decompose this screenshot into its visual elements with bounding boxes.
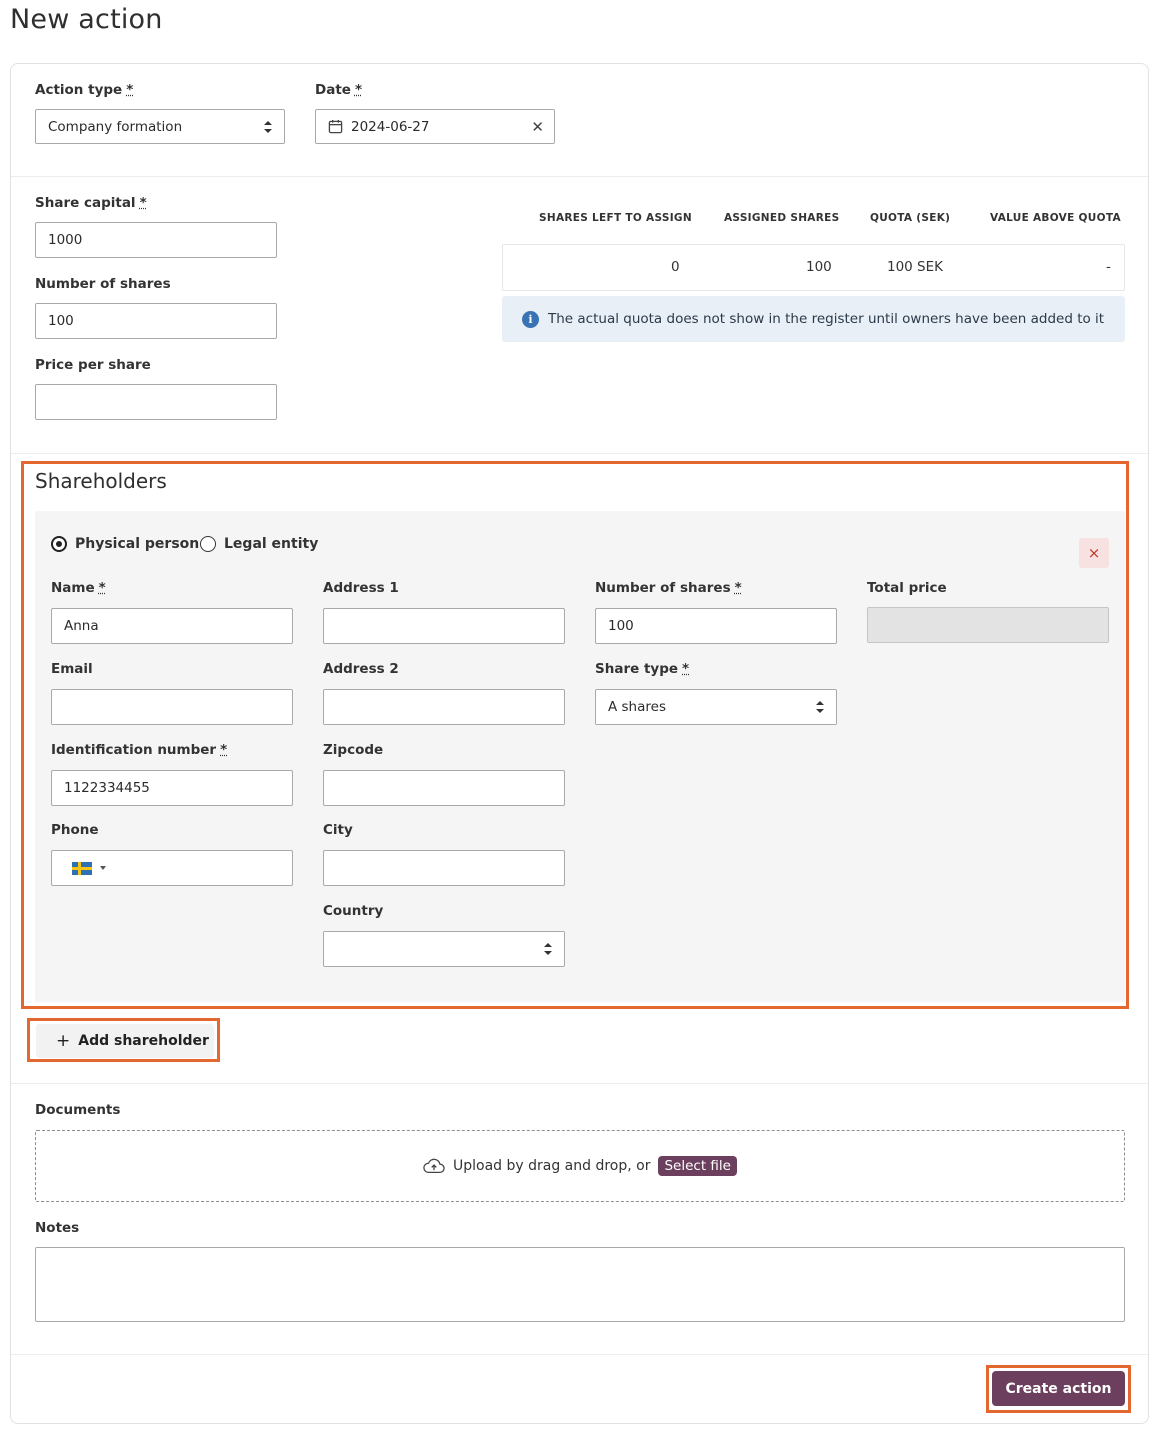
action-type-select[interactable]: Company formation <box>35 109 285 144</box>
action-type-label: Action type * <box>35 82 134 98</box>
action-form-card: Action type * Company formation Date * 202… <box>10 63 1149 1424</box>
select-file-button[interactable]: Select file <box>658 1156 737 1176</box>
assigned-shares-value: 100 <box>806 259 832 275</box>
clear-date-icon[interactable]: ✕ <box>531 118 544 136</box>
page-title: New action <box>10 4 163 35</box>
number-of-shares-input[interactable]: 100 <box>35 303 277 339</box>
quota-info-message: i The actual quota does not show in the … <box>502 296 1125 342</box>
cloud-upload-icon <box>423 1158 445 1174</box>
document-dropzone[interactable]: Upload by drag and drop, or Select file <box>35 1130 1125 1202</box>
number-of-shares-label: Number of shares <box>35 276 171 292</box>
date-label: Date * <box>315 82 362 98</box>
value-above-quota: - <box>1106 259 1111 275</box>
notes-label: Notes <box>35 1220 80 1236</box>
share-capital-input[interactable]: 1000 <box>35 222 277 258</box>
calendar-icon <box>328 119 343 134</box>
column-header-shares-left: SHARES LEFT TO ASSIGN <box>539 212 692 224</box>
shares-left-value: 0 <box>671 259 680 275</box>
documents-label: Documents <box>35 1102 121 1118</box>
info-text: The actual quota does not show in the re… <box>548 311 1105 327</box>
column-header-quota: QUOTA (SEK) <box>870 212 951 224</box>
column-header-value-above-quota: VALUE ABOVE QUOTA <box>990 212 1121 224</box>
table-row: 0 100 100 SEK - <box>502 244 1125 291</box>
date-value: 2024-06-27 <box>351 118 430 135</box>
share-capital-label: Share capital * <box>35 195 147 211</box>
upload-text: Upload by drag and drop, or <box>453 1158 651 1174</box>
column-header-assigned-shares: ASSIGNED SHARES <box>724 212 840 224</box>
section-divider <box>11 1083 1148 1084</box>
price-per-share-label: Price per share <box>35 357 151 373</box>
section-divider <box>11 176 1148 177</box>
quota-value: 100 SEK <box>887 259 944 275</box>
add-shareholder-highlight <box>27 1018 220 1062</box>
section-divider <box>11 453 1148 454</box>
notes-textarea[interactable] <box>35 1247 1125 1322</box>
section-divider <box>11 1354 1148 1355</box>
action-type-value: Company formation <box>48 118 183 135</box>
date-input[interactable]: 2024-06-27 ✕ <box>315 109 555 144</box>
create-action-highlight <box>986 1365 1131 1413</box>
price-per-share-input[interactable] <box>35 384 277 420</box>
shareholders-highlight <box>21 461 1129 1009</box>
info-icon: i <box>522 310 539 328</box>
select-arrows-icon <box>264 120 272 133</box>
